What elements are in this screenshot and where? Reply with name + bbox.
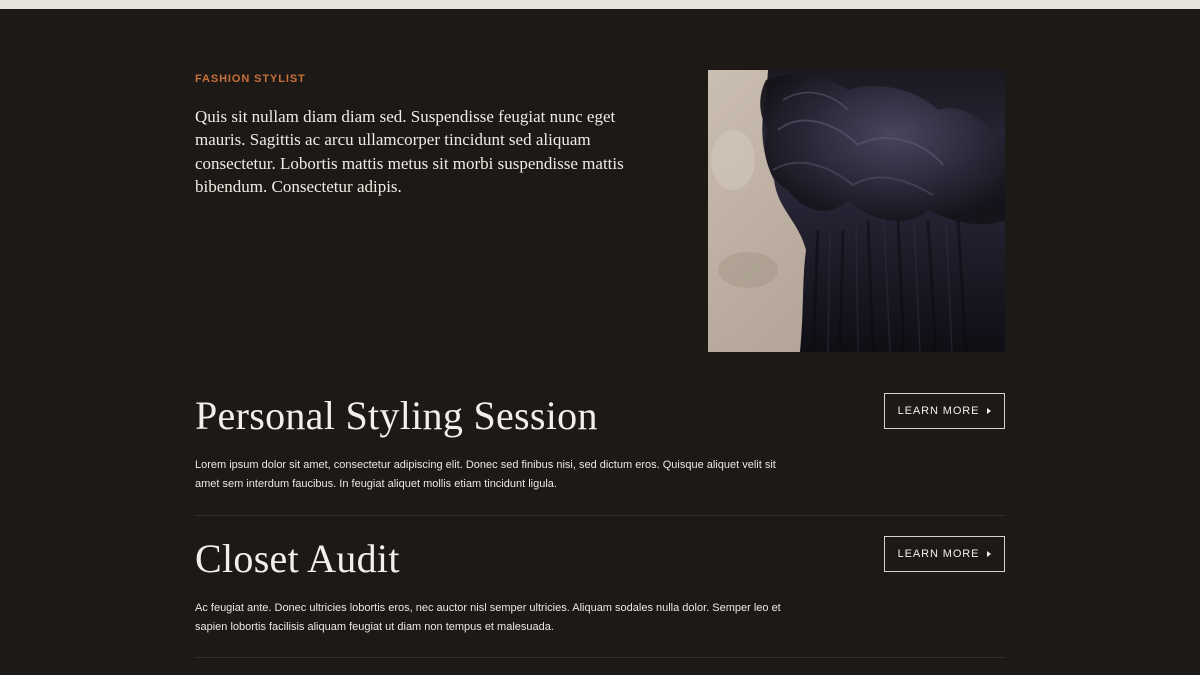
learn-more-label: LEARN MORE bbox=[897, 405, 980, 417]
learn-more-button[interactable]: LEARN MORE bbox=[884, 393, 1005, 429]
service-personal-styling: Personal Styling Session Lorem ipsum dol… bbox=[195, 392, 1005, 490]
learn-more-button[interactable]: LEARN MORE bbox=[884, 536, 1005, 572]
intro-section: FASHION STYLIST Quis sit nullam diam dia… bbox=[195, 72, 665, 198]
top-bar bbox=[0, 0, 1200, 9]
intro-paragraph: Quis sit nullam diam diam sed. Suspendis… bbox=[195, 107, 624, 196]
dress-illustration bbox=[708, 70, 1005, 352]
divider bbox=[195, 515, 1005, 516]
caret-right-icon bbox=[987, 407, 992, 414]
caret-right-icon bbox=[987, 550, 992, 557]
learn-more-label: LEARN MORE bbox=[897, 548, 980, 560]
divider bbox=[195, 657, 1005, 658]
service-description: Lorem ipsum dolor sit amet, consectetur … bbox=[195, 459, 776, 490]
dress-photo bbox=[708, 70, 1005, 352]
service-closet-audit: Closet Audit Ac feugiat ante. Donec ultr… bbox=[195, 535, 1005, 633]
service-description: Ac feugiat ante. Donec ultricies loborti… bbox=[195, 602, 781, 633]
eyebrow-label: FASHION STYLIST bbox=[195, 73, 306, 85]
